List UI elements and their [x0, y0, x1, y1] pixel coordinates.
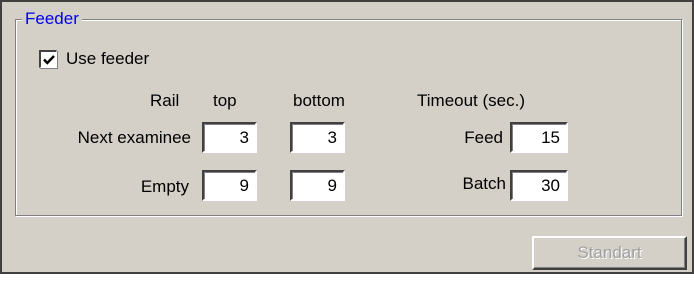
- use-feeder-label[interactable]: Use feeder: [66, 48, 149, 70]
- rail-header: Rail: [150, 91, 180, 110]
- use-feeder-checkbox[interactable]: [39, 50, 57, 68]
- empty-top-input[interactable]: 9: [202, 170, 257, 201]
- next-examinee-bottom-input[interactable]: 3: [290, 122, 345, 153]
- next-examinee-top-input[interactable]: 3: [202, 122, 257, 153]
- feed-label: Feed: [464, 128, 503, 147]
- feed-timeout-input[interactable]: 15: [510, 122, 568, 153]
- group-title: Feeder: [22, 8, 82, 30]
- feeder-panel: Feeder Use feeder Rail top bottom Timeou…: [0, 0, 694, 274]
- timeout-header: Timeout (sec.): [417, 91, 526, 110]
- checkmark-icon: [43, 55, 55, 65]
- empty-bottom-input[interactable]: 9: [290, 170, 345, 201]
- top-header: top: [213, 91, 237, 110]
- bottom-header: bottom: [293, 91, 345, 110]
- next-examinee-label: Next examinee: [77, 128, 191, 147]
- batch-timeout-input[interactable]: 30: [510, 170, 568, 201]
- empty-label: Empty: [140, 177, 189, 196]
- batch-label: Batch: [462, 174, 506, 193]
- standart-button[interactable]: Standart: [532, 236, 687, 270]
